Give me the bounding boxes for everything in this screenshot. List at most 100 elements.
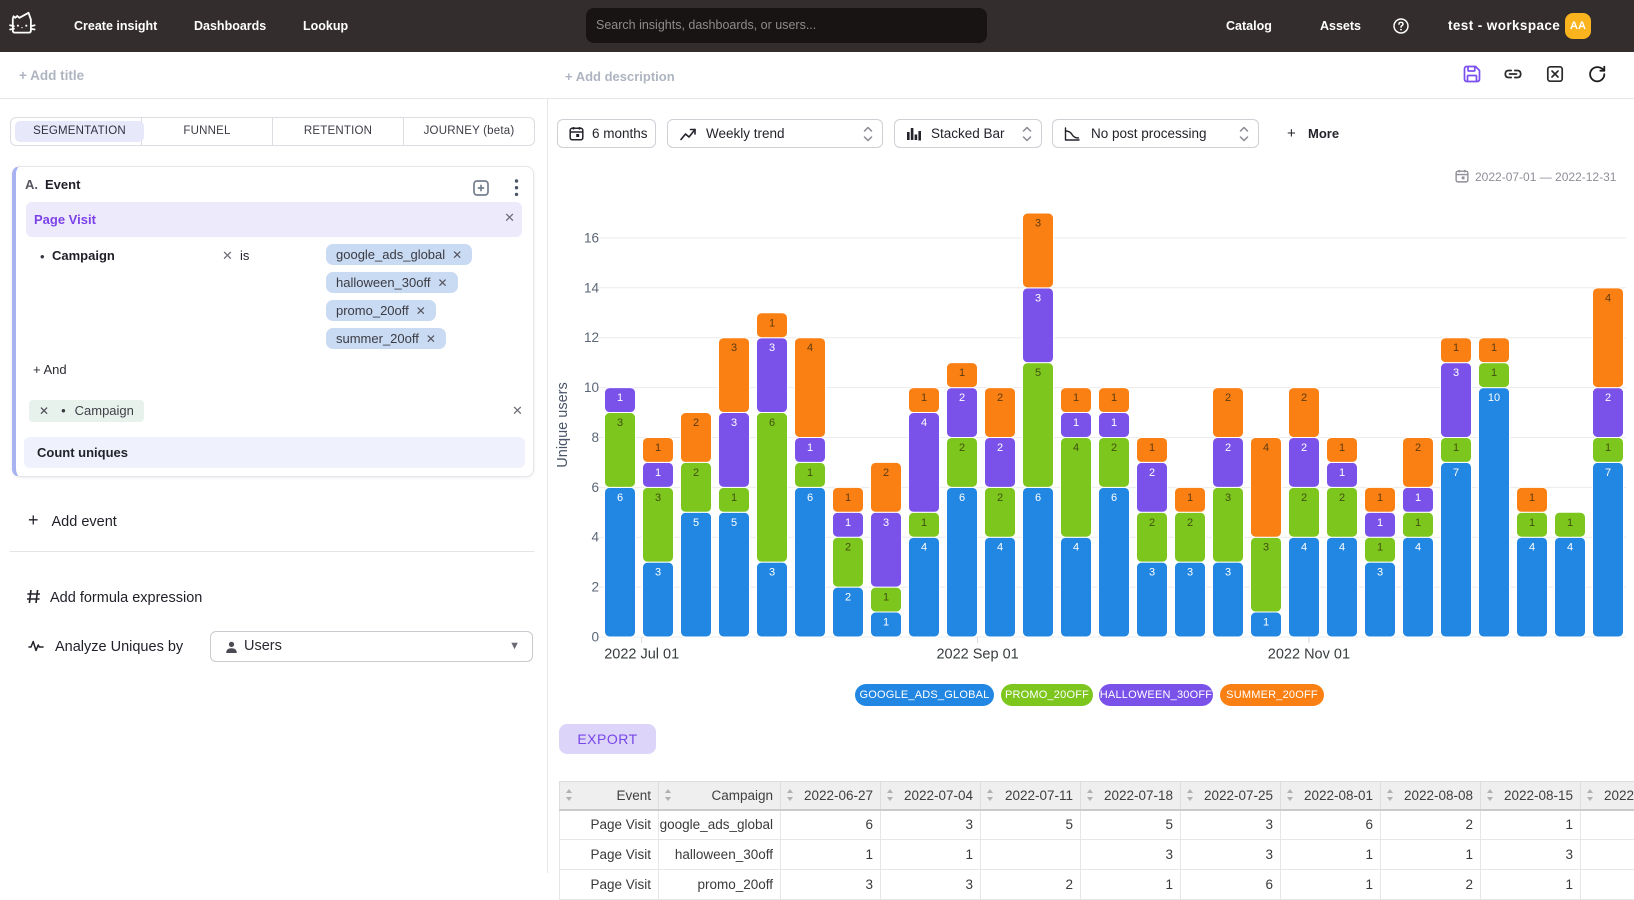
svg-text:2: 2 <box>1149 517 1155 529</box>
svg-text:1: 1 <box>1491 342 1497 354</box>
svg-text:8: 8 <box>591 430 599 445</box>
svg-text:2: 2 <box>997 442 1003 454</box>
svg-text:4: 4 <box>1529 542 1535 554</box>
svg-text:4: 4 <box>1605 292 1611 304</box>
svg-text:1: 1 <box>921 392 927 404</box>
svg-text:5: 5 <box>731 517 737 529</box>
svg-text:2: 2 <box>1415 442 1421 454</box>
svg-text:6: 6 <box>959 492 965 504</box>
svg-text:6: 6 <box>1111 492 1117 504</box>
svg-text:1: 1 <box>1415 492 1421 504</box>
svg-text:2: 2 <box>1339 492 1345 504</box>
svg-text:1: 1 <box>845 492 851 504</box>
svg-text:3: 3 <box>1035 292 1041 304</box>
svg-text:1: 1 <box>845 517 851 529</box>
svg-text:2: 2 <box>959 442 965 454</box>
svg-text:1: 1 <box>1073 392 1079 404</box>
svg-text:2: 2 <box>693 467 699 479</box>
svg-text:1: 1 <box>1111 392 1117 404</box>
svg-text:1: 1 <box>1453 442 1459 454</box>
svg-text:4: 4 <box>1263 442 1269 454</box>
svg-text:2: 2 <box>693 417 699 429</box>
svg-text:2: 2 <box>1149 467 1155 479</box>
svg-text:3: 3 <box>655 567 661 579</box>
svg-text:3: 3 <box>1187 567 1193 579</box>
svg-text:1: 1 <box>1453 342 1459 354</box>
svg-text:Unique users: Unique users <box>555 382 571 467</box>
svg-text:12: 12 <box>584 330 599 345</box>
svg-text:1: 1 <box>883 617 889 629</box>
svg-text:6: 6 <box>591 480 599 495</box>
svg-text:4: 4 <box>1073 442 1079 454</box>
svg-text:4: 4 <box>997 542 1003 554</box>
svg-text:2: 2 <box>591 580 599 595</box>
svg-text:3: 3 <box>655 492 661 504</box>
svg-text:3: 3 <box>1149 567 1155 579</box>
svg-text:5: 5 <box>693 517 699 529</box>
svg-text:16: 16 <box>584 231 599 246</box>
svg-text:3: 3 <box>883 517 889 529</box>
svg-text:4: 4 <box>921 542 927 554</box>
svg-text:4: 4 <box>1415 542 1421 554</box>
svg-text:2: 2 <box>845 592 851 604</box>
svg-text:4: 4 <box>591 530 599 545</box>
svg-text:1: 1 <box>1377 517 1383 529</box>
svg-text:1: 1 <box>1339 467 1345 479</box>
svg-text:1: 1 <box>1377 492 1383 504</box>
svg-text:10: 10 <box>1488 392 1500 404</box>
svg-text:3: 3 <box>769 567 775 579</box>
svg-text:1: 1 <box>617 392 623 404</box>
svg-text:1: 1 <box>1529 492 1535 504</box>
svg-text:4: 4 <box>1301 542 1307 554</box>
svg-text:6: 6 <box>617 492 623 504</box>
svg-text:4: 4 <box>1567 542 1573 554</box>
svg-text:2: 2 <box>1111 442 1117 454</box>
svg-text:6: 6 <box>769 417 775 429</box>
svg-text:1: 1 <box>655 467 661 479</box>
svg-text:1: 1 <box>1339 442 1345 454</box>
svg-text:2: 2 <box>959 392 965 404</box>
svg-text:6: 6 <box>1035 492 1041 504</box>
svg-text:1: 1 <box>731 492 737 504</box>
svg-text:4: 4 <box>921 417 927 429</box>
svg-text:2: 2 <box>1301 442 1307 454</box>
svg-text:1: 1 <box>1377 542 1383 554</box>
svg-text:2: 2 <box>1301 392 1307 404</box>
svg-text:2: 2 <box>845 542 851 554</box>
svg-text:4: 4 <box>1073 542 1079 554</box>
svg-text:2: 2 <box>1187 517 1193 529</box>
svg-text:1: 1 <box>655 442 661 454</box>
svg-text:4: 4 <box>1339 542 1345 554</box>
svg-text:2: 2 <box>1225 442 1231 454</box>
svg-text:3: 3 <box>1035 218 1041 230</box>
svg-text:2: 2 <box>883 467 889 479</box>
svg-text:1: 1 <box>959 367 965 379</box>
svg-text:6: 6 <box>807 492 813 504</box>
svg-text:1: 1 <box>1187 492 1193 504</box>
svg-text:1: 1 <box>1263 617 1269 629</box>
svg-text:2: 2 <box>997 492 1003 504</box>
svg-text:1: 1 <box>769 317 775 329</box>
svg-text:3: 3 <box>731 417 737 429</box>
svg-text:2022 Nov 01: 2022 Nov 01 <box>1268 647 1350 663</box>
svg-text:2: 2 <box>1605 392 1611 404</box>
svg-text:5: 5 <box>1035 367 1041 379</box>
svg-text:3: 3 <box>1225 567 1231 579</box>
svg-text:1: 1 <box>1415 517 1421 529</box>
svg-text:14: 14 <box>584 280 600 295</box>
svg-text:0: 0 <box>591 630 599 645</box>
svg-text:7: 7 <box>1453 467 1459 479</box>
svg-text:1: 1 <box>1111 417 1117 429</box>
svg-text:2022 Sep 01: 2022 Sep 01 <box>936 647 1018 663</box>
svg-text:1: 1 <box>1605 442 1611 454</box>
svg-text:3: 3 <box>1453 367 1459 379</box>
svg-text:2: 2 <box>997 392 1003 404</box>
svg-text:1: 1 <box>1149 442 1155 454</box>
svg-text:1: 1 <box>1529 517 1535 529</box>
svg-text:1: 1 <box>1491 367 1497 379</box>
svg-text:3: 3 <box>1263 542 1269 554</box>
svg-text:3: 3 <box>769 342 775 354</box>
svg-text:3: 3 <box>1225 492 1231 504</box>
svg-text:1: 1 <box>1073 417 1079 429</box>
svg-text:1: 1 <box>921 517 927 529</box>
